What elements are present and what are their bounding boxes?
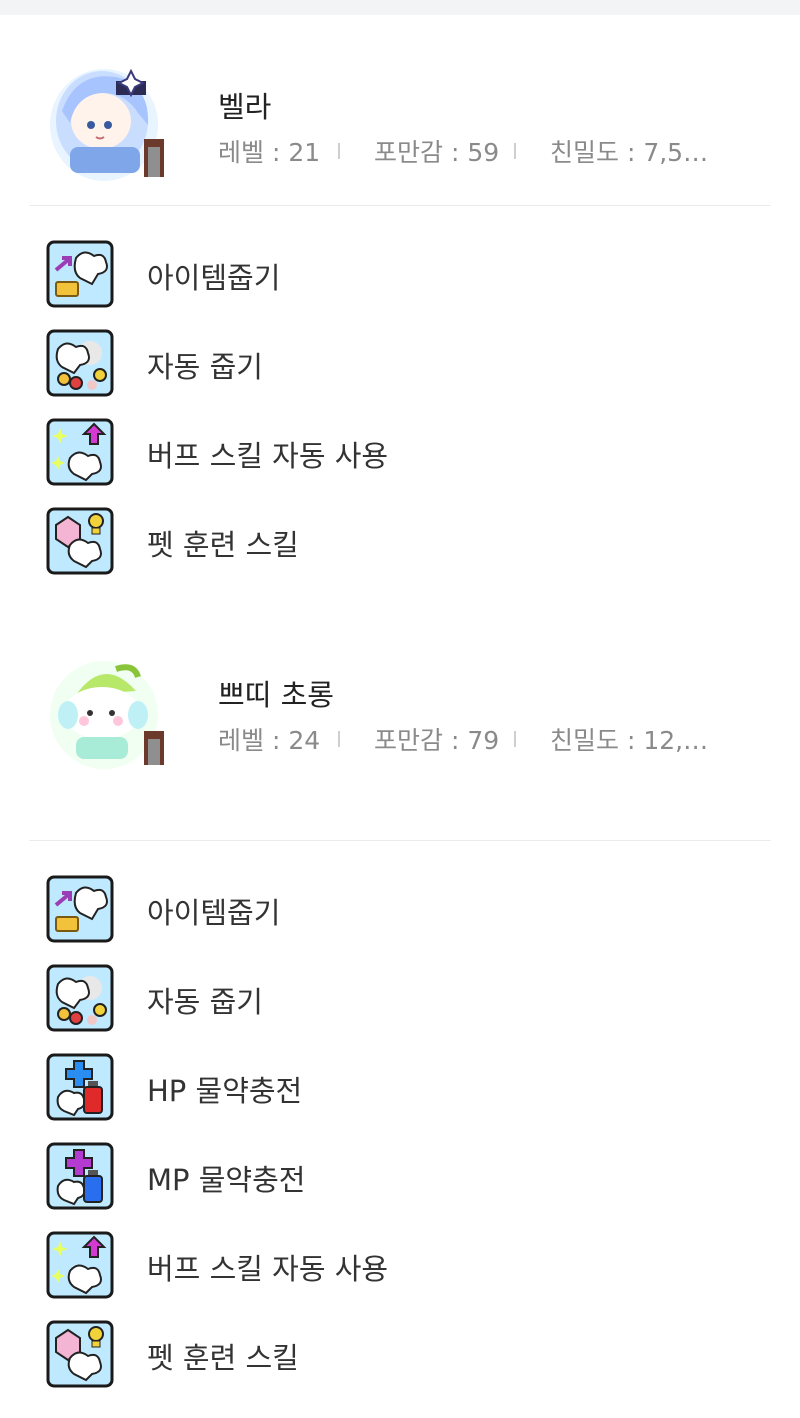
pet-stats: 레벨 : 24 포만감 : 79 친밀도 : 12,… <box>218 721 710 757</box>
auto-pickup-skill-icon <box>46 964 114 1032</box>
pet-intimacy: 친밀도 : 7,5… <box>550 138 709 167</box>
skill-item[interactable]: 펫 훈련 스킬 <box>0 1320 800 1409</box>
skill-label: 자동 줍기 <box>147 350 263 384</box>
skill-label: 펫 훈련 스킬 <box>147 528 299 562</box>
pet-stats: 레벨 : 21 포만감 : 59 친밀도 : 7,5… <box>218 133 710 169</box>
skill-item[interactable]: HP 물약충전 <box>0 1053 800 1142</box>
auto-pickup-skill-icon <box>46 329 114 397</box>
skill-label: HP 물약충전 <box>147 1074 303 1108</box>
skill-item[interactable]: 자동 줍기 <box>0 964 800 1053</box>
pet-level: 레벨 : 21 <box>218 138 321 167</box>
top-bar <box>0 0 800 15</box>
skill-label: 아이템줍기 <box>147 896 281 930</box>
pet-intimacy: 친밀도 : 12,… <box>550 726 709 755</box>
skill-item[interactable]: 자동 줍기 <box>0 329 800 418</box>
skill-item[interactable]: 버프 스킬 자동 사용 <box>0 418 800 507</box>
stat-separator <box>338 143 340 159</box>
pet-header[interactable]: 쁘띠 초롱 레벨 : 24 포만감 : 79 친밀도 : 12,… <box>0 651 800 841</box>
divider <box>29 840 771 841</box>
skill-label: 자동 줍기 <box>147 985 263 1019</box>
skill-label: MP 물약충전 <box>147 1163 306 1197</box>
skill-item[interactable]: MP 물약충전 <box>0 1142 800 1231</box>
pet-fullness: 포만감 : 79 <box>374 726 500 755</box>
item-pickup-skill-icon <box>46 240 114 308</box>
pet-header[interactable]: 벨라 레벨 : 21 포만감 : 59 친밀도 : 7,5… <box>0 15 800 206</box>
stat-separator <box>514 731 516 747</box>
pet-name: 벨라 <box>218 90 272 124</box>
pet-bella-avatar-icon <box>46 63 170 187</box>
pet-chorong-avatar-icon <box>46 651 170 775</box>
skill-label: 버프 스킬 자동 사용 <box>147 1252 389 1286</box>
skill-item[interactable]: 펫 훈련 스킬 <box>0 507 800 596</box>
pet-card-bella: 벨라 레벨 : 21 포만감 : 59 친밀도 : 7,5… 아이템줍기 자동 … <box>0 15 800 596</box>
stat-separator <box>338 731 340 747</box>
skill-item[interactable]: 버프 스킬 자동 사용 <box>0 1231 800 1320</box>
auto-buff-skill-icon <box>46 1231 114 1299</box>
skill-list: 아이템줍기 자동 줍기 <box>0 841 800 1409</box>
auto-buff-skill-icon <box>46 418 114 486</box>
pet-level: 레벨 : 24 <box>218 726 321 755</box>
pet-card-chorong: 쁘띠 초롱 레벨 : 24 포만감 : 79 친밀도 : 12,… 아이템줍기 <box>0 651 800 1409</box>
pet-training-skill-icon <box>46 1320 114 1388</box>
pet-training-skill-icon <box>46 507 114 575</box>
skill-item[interactable]: 아이템줍기 <box>0 240 800 329</box>
mp-potion-skill-icon <box>46 1142 114 1210</box>
pet-fullness: 포만감 : 59 <box>374 138 500 167</box>
skill-label: 펫 훈련 스킬 <box>147 1341 299 1375</box>
skill-label: 아이템줍기 <box>147 261 281 295</box>
item-pickup-skill-icon <box>46 875 114 943</box>
hp-potion-skill-icon <box>46 1053 114 1121</box>
skill-item[interactable]: 아이템줍기 <box>0 875 800 964</box>
pet-name: 쁘띠 초롱 <box>218 678 334 712</box>
skill-label: 버프 스킬 자동 사용 <box>147 439 389 473</box>
divider <box>29 205 771 206</box>
stat-separator <box>514 143 516 159</box>
skill-list: 아이템줍기 자동 줍기 <box>0 206 800 596</box>
